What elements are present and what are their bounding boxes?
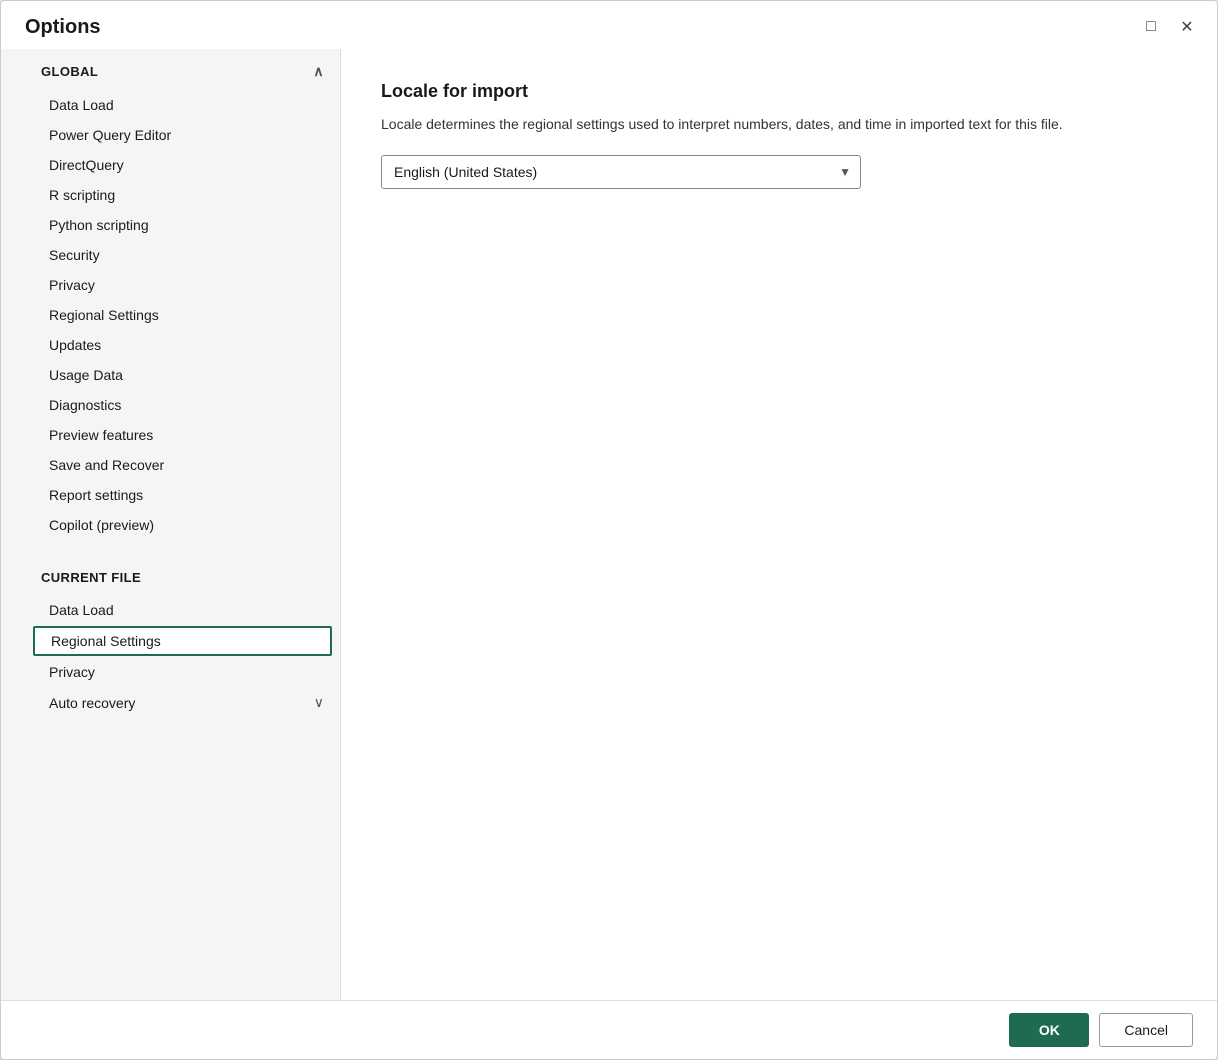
current-file-nav-item-regional-settings[interactable]: Regional Settings (33, 626, 332, 656)
global-nav-item-updates[interactable]: Updates (1, 330, 340, 360)
content-title: Locale for import (381, 81, 1177, 102)
locale-select[interactable]: English (United States) English (United … (381, 155, 861, 189)
current-file-section-header[interactable]: CURRENT FILE (1, 556, 340, 595)
global-nav-item-save-and-recover[interactable]: Save and Recover (1, 450, 340, 480)
global-section-header[interactable]: GLOBAL ∧ (1, 49, 340, 90)
global-nav-item-regional-settings[interactable]: Regional Settings (1, 300, 340, 330)
ok-button[interactable]: OK (1009, 1013, 1089, 1047)
close-button[interactable]: ✕ (1173, 13, 1201, 41)
current-file-nav-item-auto-recovery[interactable]: Auto recovery ∨ (1, 687, 340, 718)
global-nav-item-r-scripting[interactable]: R scripting (1, 180, 340, 210)
maximize-button[interactable]: □ (1137, 13, 1165, 41)
current-file-nav-item-data-load[interactable]: Data Load (1, 595, 340, 625)
content-description: Locale determines the regional settings … (381, 114, 1101, 135)
dialog-title: Options (25, 16, 1137, 39)
global-chevron-icon: ∧ (313, 63, 324, 80)
dialog-footer: OK Cancel (1, 1000, 1217, 1059)
locale-select-wrapper: English (United States) English (United … (381, 155, 861, 189)
global-nav-item-preview-features[interactable]: Preview features (1, 420, 340, 450)
global-nav-item-security[interactable]: Security (1, 240, 340, 270)
global-nav-item-directquery[interactable]: DirectQuery (1, 150, 340, 180)
sidebar: GLOBAL ∧ Data Load Power Query Editor Di… (1, 49, 341, 1000)
dialog-body: GLOBAL ∧ Data Load Power Query Editor Di… (1, 49, 1217, 1000)
title-bar: Options □ ✕ (1, 1, 1217, 49)
options-dialog: Options □ ✕ GLOBAL ∧ Data Load Power Que… (0, 0, 1218, 1060)
main-content: Locale for import Locale determines the … (341, 49, 1217, 1000)
cancel-button[interactable]: Cancel (1099, 1013, 1193, 1047)
global-nav-item-report-settings[interactable]: Report settings (1, 480, 340, 510)
global-nav-item-diagnostics[interactable]: Diagnostics (1, 390, 340, 420)
global-label: GLOBAL (41, 64, 98, 79)
global-nav-item-copilot-preview[interactable]: Copilot (preview) (1, 510, 340, 540)
current-file-nav-item-privacy[interactable]: Privacy (1, 657, 340, 687)
global-nav-item-power-query-editor[interactable]: Power Query Editor (1, 120, 340, 150)
global-nav-item-usage-data[interactable]: Usage Data (1, 360, 340, 390)
scroll-down-chevron-icon: ∨ (314, 694, 324, 711)
global-nav-item-privacy[interactable]: Privacy (1, 270, 340, 300)
current-file-label: CURRENT FILE (41, 570, 141, 585)
sidebar-scroll[interactable]: GLOBAL ∧ Data Load Power Query Editor Di… (1, 49, 340, 1000)
global-nav-item-python-scripting[interactable]: Python scripting (1, 210, 340, 240)
global-nav-item-data-load[interactable]: Data Load (1, 90, 340, 120)
title-controls: □ ✕ (1137, 13, 1201, 41)
